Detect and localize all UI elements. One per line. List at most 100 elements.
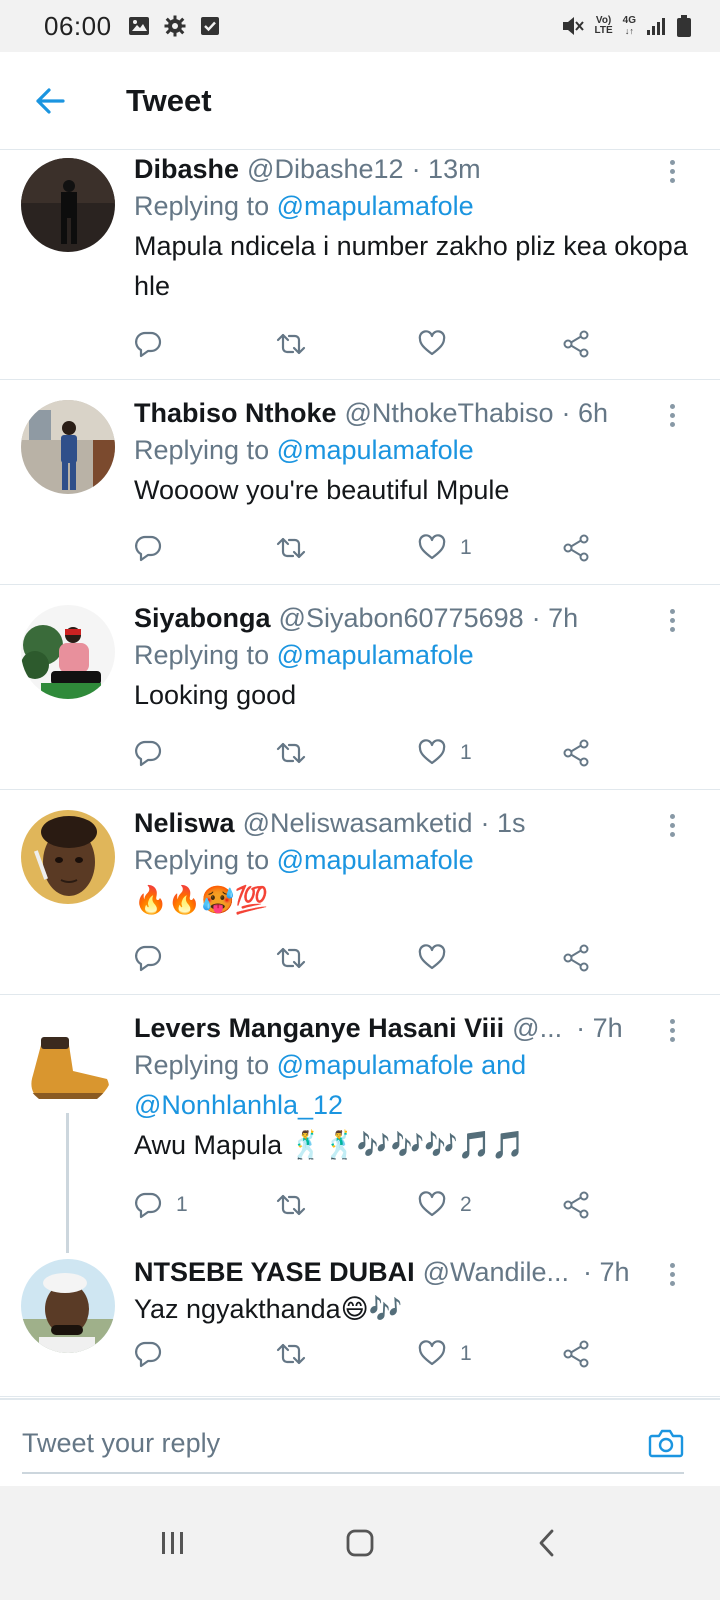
tweet-time: · 1s xyxy=(480,808,526,838)
like-button[interactable]: 2 xyxy=(418,1185,472,1225)
reply-button[interactable]: 1 xyxy=(134,1185,188,1225)
user-name[interactable]: Neliswa xyxy=(134,806,235,840)
avatar[interactable] xyxy=(21,1015,115,1109)
mention-link[interactable]: @mapulamafole and xyxy=(277,1050,527,1080)
user-name[interactable]: Levers Manganye Hasani Viii xyxy=(134,1011,504,1045)
avatar[interactable] xyxy=(21,158,115,252)
tweet-actions: 1 xyxy=(134,733,604,773)
retweet-icon xyxy=(276,742,306,764)
back-nav-button[interactable] xyxy=(507,1503,587,1583)
like-button[interactable]: 1 xyxy=(418,1334,472,1374)
tweet-text: Awu Mapula 🕺🕺🎶🎶🎶🎵🎵 xyxy=(134,1130,525,1160)
share-button[interactable] xyxy=(562,733,590,773)
tweet-header: Levers Manganye Hasani Viii @... · 7h xyxy=(134,1011,690,1045)
recent-apps-button[interactable] xyxy=(133,1503,213,1583)
comment-icon xyxy=(135,331,162,358)
user-name[interactable]: Thabiso Nthoke xyxy=(134,396,337,430)
system-nav-bar xyxy=(0,1486,720,1600)
tweet-item[interactable]: Dibashe @Dibashe12 · 13m Replying to @ma… xyxy=(0,150,720,380)
share-button[interactable] xyxy=(562,324,590,364)
comment-icon xyxy=(135,1341,162,1368)
tweet-item[interactable]: Levers Manganye Hasani Viii @... · 7h Re… xyxy=(0,995,720,1245)
gear-icon xyxy=(164,15,186,37)
tweet-header: Dibashe @Dibashe12 · 13m xyxy=(134,152,690,186)
camera-button[interactable] xyxy=(648,1427,684,1459)
retweet-button[interactable] xyxy=(275,324,321,364)
mention-link[interactable]: @mapulamafole xyxy=(277,435,474,465)
tweet-header: Thabiso Nthoke @NthokeThabiso · 6h xyxy=(134,396,690,430)
retweet-button[interactable] xyxy=(275,938,321,978)
tweet-item[interactable]: Thabiso Nthoke @NthokeThabiso · 6h Reply… xyxy=(0,380,720,585)
reply-input[interactable]: Tweet your reply xyxy=(22,1414,684,1474)
signal-icon xyxy=(646,16,666,36)
user-handle: @Neliswasamketid xyxy=(242,808,473,838)
more-vertical-icon[interactable] xyxy=(662,603,682,637)
avatar[interactable] xyxy=(21,400,115,494)
status-time: 06:00 xyxy=(44,10,112,41)
retweet-button[interactable] xyxy=(275,1334,321,1374)
retweet-icon xyxy=(276,1343,306,1365)
heart-icon xyxy=(418,1340,446,1366)
more-vertical-icon[interactable] xyxy=(662,154,682,188)
user-name[interactable]: Siyabonga xyxy=(134,601,271,635)
home-icon xyxy=(346,1529,374,1557)
mute-icon xyxy=(561,15,585,37)
chevron-left-icon xyxy=(539,1529,554,1557)
tweet-list: Dibashe @Dibashe12 · 13m Replying to @ma… xyxy=(0,150,720,1397)
retweet-button[interactable] xyxy=(275,1185,321,1225)
more-vertical-icon[interactable] xyxy=(662,398,682,432)
tweet-item[interactable]: Neliswa @Neliswasamketid · 1s Replying t… xyxy=(0,790,720,995)
tweet-actions: 1 2 xyxy=(134,1185,604,1225)
like-count: 1 xyxy=(460,536,472,559)
back-button[interactable] xyxy=(0,52,100,150)
retweet-button[interactable] xyxy=(275,733,321,773)
like-button[interactable] xyxy=(418,938,460,978)
avatar[interactable] xyxy=(21,1259,115,1353)
avatar[interactable] xyxy=(21,605,115,699)
avatar[interactable] xyxy=(21,810,115,904)
like-count: 1 xyxy=(460,1342,472,1365)
tweet-text: Woooow you're beautiful Mpule xyxy=(134,475,510,505)
replying-to: Replying to @mapulamafole xyxy=(134,191,474,221)
status-system-icons: Vo) LTE 4G ↓↑ xyxy=(561,14,693,38)
reply-button[interactable] xyxy=(134,733,176,773)
tweet-text: Yaz ngyakthanda😄🎶 xyxy=(134,1294,403,1324)
reply-button[interactable] xyxy=(134,324,176,364)
like-button[interactable]: 1 xyxy=(418,733,472,773)
tweet-text: 🔥🔥🥵💯 xyxy=(134,885,269,915)
share-button[interactable] xyxy=(562,528,590,568)
reply-button[interactable] xyxy=(134,528,176,568)
mention-link[interactable]: @mapulamafole xyxy=(277,191,474,221)
comment-icon xyxy=(135,1192,162,1219)
more-vertical-icon[interactable] xyxy=(662,808,682,842)
user-name[interactable]: NTSEBE YASE DUBAI xyxy=(134,1255,415,1289)
like-button[interactable]: 1 xyxy=(418,528,472,568)
mention-link[interactable]: @Nonhlanhla_12 xyxy=(134,1090,343,1120)
home-button[interactable] xyxy=(320,1503,400,1583)
retweet-icon xyxy=(276,1194,306,1216)
tweet-time: · 6h xyxy=(561,398,609,428)
reply-button[interactable] xyxy=(134,1334,176,1374)
more-vertical-icon[interactable] xyxy=(662,1013,682,1047)
retweet-button[interactable] xyxy=(275,528,321,568)
tweet-actions: 1 xyxy=(134,1334,604,1374)
more-vertical-icon[interactable] xyxy=(662,1257,682,1291)
tweet-header: NTSEBE YASE DUBAI @Wandile... · 7h xyxy=(134,1255,690,1289)
share-icon xyxy=(563,1340,589,1368)
mention-link[interactable]: @mapulamafole xyxy=(277,845,474,875)
user-name[interactable]: Dibashe xyxy=(134,152,239,186)
share-button[interactable] xyxy=(562,1334,590,1374)
mention-link[interactable]: @mapulamafole xyxy=(277,640,474,670)
tweet-item[interactable]: Siyabonga @Siyabon60775698 · 7h Replying… xyxy=(0,585,720,790)
reply-composer: Tweet your reply xyxy=(0,1398,720,1486)
replying-to: Replying to @mapulamafole xyxy=(134,845,474,875)
reply-button[interactable] xyxy=(134,938,176,978)
page-title: Tweet xyxy=(126,82,212,118)
heart-icon xyxy=(418,739,446,765)
share-button[interactable] xyxy=(562,938,590,978)
share-button[interactable] xyxy=(562,1185,590,1225)
like-button[interactable] xyxy=(418,324,460,364)
tweet-text: Mapula ndicela i number zakho pliz kea o… xyxy=(134,231,688,301)
tweet-header: Neliswa @Neliswasamketid · 1s xyxy=(134,806,690,840)
tweet-item[interactable]: NTSEBE YASE DUBAI @Wandile... · 7h Yaz n… xyxy=(0,1245,720,1397)
